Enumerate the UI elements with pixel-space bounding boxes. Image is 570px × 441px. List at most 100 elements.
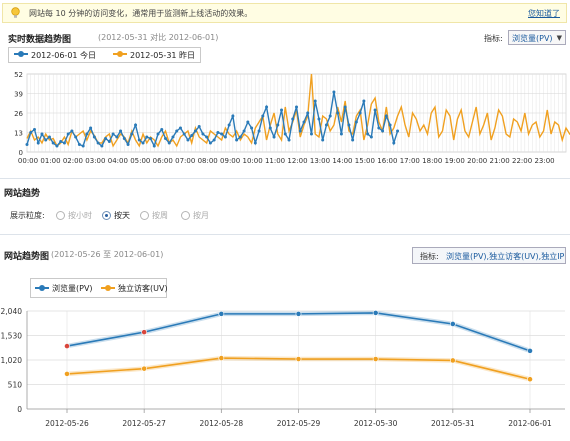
data-point: [89, 126, 93, 130]
x-tick-label: 13:00: [310, 157, 330, 165]
x-tick-label: 03:00: [85, 157, 105, 165]
data-point: [64, 343, 70, 349]
x-tick-label: 19:00: [445, 157, 465, 165]
realtime-metric-value: 浏览量(PV): [512, 34, 553, 43]
data-point: [287, 138, 291, 142]
data-point: [384, 114, 388, 118]
data-point: [130, 132, 134, 136]
data-point: [156, 132, 160, 136]
tip-bar: 网站每 10 分钟的访问变化，通常用于监测新上线活动的效果。 您知道了: [2, 3, 567, 23]
data-point: [351, 138, 355, 142]
granularity-option-hour[interactable]: 按小时: [56, 210, 92, 221]
data-point: [104, 137, 108, 140]
data-point: [107, 140, 111, 143]
section-title-site-trend: 网站趋势: [4, 189, 41, 199]
data-point: [302, 120, 306, 124]
data-point: [257, 129, 261, 133]
x-tick-label: 10:00: [242, 157, 262, 165]
tip-dismiss-link[interactable]: 您知道了: [528, 8, 560, 19]
realtime-metric-select[interactable]: 浏览量(PV) ▼: [508, 30, 566, 45]
data-point: [242, 129, 246, 133]
data-point: [306, 111, 310, 115]
realtime-legend-yesterday[interactable]: 2012-05-31 昨日: [130, 50, 195, 61]
data-point: [212, 138, 216, 142]
trend-legend-pv[interactable]: 浏览量(PV): [52, 283, 93, 294]
data-point: [160, 128, 164, 131]
x-tick-label: 12:00: [287, 157, 307, 165]
data-point: [295, 310, 302, 317]
x-tick-label: 2012-05-29: [277, 419, 321, 428]
data-point: [59, 140, 63, 143]
data-point: [178, 126, 182, 130]
x-tick-label: 07:00: [175, 157, 195, 165]
data-point: [332, 90, 336, 94]
realtime-subtitle: (2012-05-31 对比 2012-06-01): [98, 33, 219, 42]
data-point: [190, 134, 194, 137]
trend-metric-label: 指标:: [420, 252, 439, 261]
data-point: [238, 135, 242, 139]
x-tick-label: 21:00: [490, 157, 510, 165]
data-point: [66, 132, 70, 136]
data-point: [250, 126, 254, 130]
data-point: [70, 129, 74, 133]
data-point: [74, 135, 78, 139]
x-tick-label: 22:00: [512, 157, 532, 165]
trend-title: 网站趋势图: [4, 252, 50, 262]
granularity-option-week[interactable]: 按周: [140, 210, 168, 221]
y-tick-label: 1,020: [1, 356, 23, 365]
x-tick-label: 2012-06-01: [508, 419, 552, 428]
data-point: [261, 114, 265, 118]
data-point: [171, 135, 175, 139]
data-point: [96, 141, 100, 145]
data-point: [227, 123, 231, 127]
data-point: [336, 111, 340, 115]
data-point: [396, 129, 400, 133]
data-point: [369, 135, 373, 139]
data-point: [309, 132, 313, 136]
data-point: [354, 120, 358, 124]
data-point: [372, 310, 379, 316]
trend-legend: 浏览量(PV) 独立访客(UV): [30, 278, 168, 298]
data-point: [381, 129, 385, 133]
data-point: [291, 117, 295, 121]
data-point: [152, 144, 156, 148]
divider: [0, 234, 570, 235]
data-point: [362, 99, 366, 103]
x-tick-label: 02:00: [63, 157, 83, 165]
data-point: [298, 129, 302, 133]
trend-metric-select[interactable]: 指标: 浏览量(PV),独立访客(UV),独立IP: [412, 247, 566, 264]
y-tick-label: 510: [8, 381, 23, 390]
granularity-option-day[interactable]: 按天: [102, 210, 130, 221]
lightbulb-icon: [11, 7, 20, 18]
data-point: [141, 141, 145, 145]
data-point: [216, 131, 220, 134]
x-tick-label: 2012-05-26: [45, 419, 89, 428]
y-tick-label: 0: [19, 149, 23, 157]
x-tick-label: 16:00: [377, 157, 397, 165]
data-point: [122, 137, 126, 140]
x-tick-label: 15:00: [355, 157, 375, 165]
y-tick-label: 0: [17, 405, 22, 414]
data-point: [208, 141, 212, 145]
x-tick-label: 23:00: [534, 157, 554, 165]
data-point: [280, 108, 284, 112]
x-tick-label: 20:00: [467, 157, 487, 165]
realtime-title: 实时数据趋势图: [8, 35, 72, 45]
granularity-option-month[interactable]: 按月: [181, 210, 209, 221]
data-point: [317, 117, 321, 121]
data-point: [100, 144, 104, 148]
x-tick-label: 17:00: [400, 157, 420, 165]
data-point: [347, 123, 351, 127]
data-point: [51, 141, 55, 145]
data-point: [295, 356, 302, 362]
y-tick-label: 52: [14, 71, 23, 79]
x-tick-label: 01:00: [40, 157, 60, 165]
data-point: [377, 126, 381, 130]
data-point: [366, 132, 370, 136]
data-point: [111, 132, 115, 136]
data-point: [276, 123, 280, 127]
radio-icon: [140, 211, 149, 220]
y-tick-label: 26: [14, 110, 23, 118]
trend-legend-uv[interactable]: 独立访客(UV): [118, 283, 168, 294]
realtime-legend-today[interactable]: 2012-06-01 今日: [31, 50, 96, 61]
